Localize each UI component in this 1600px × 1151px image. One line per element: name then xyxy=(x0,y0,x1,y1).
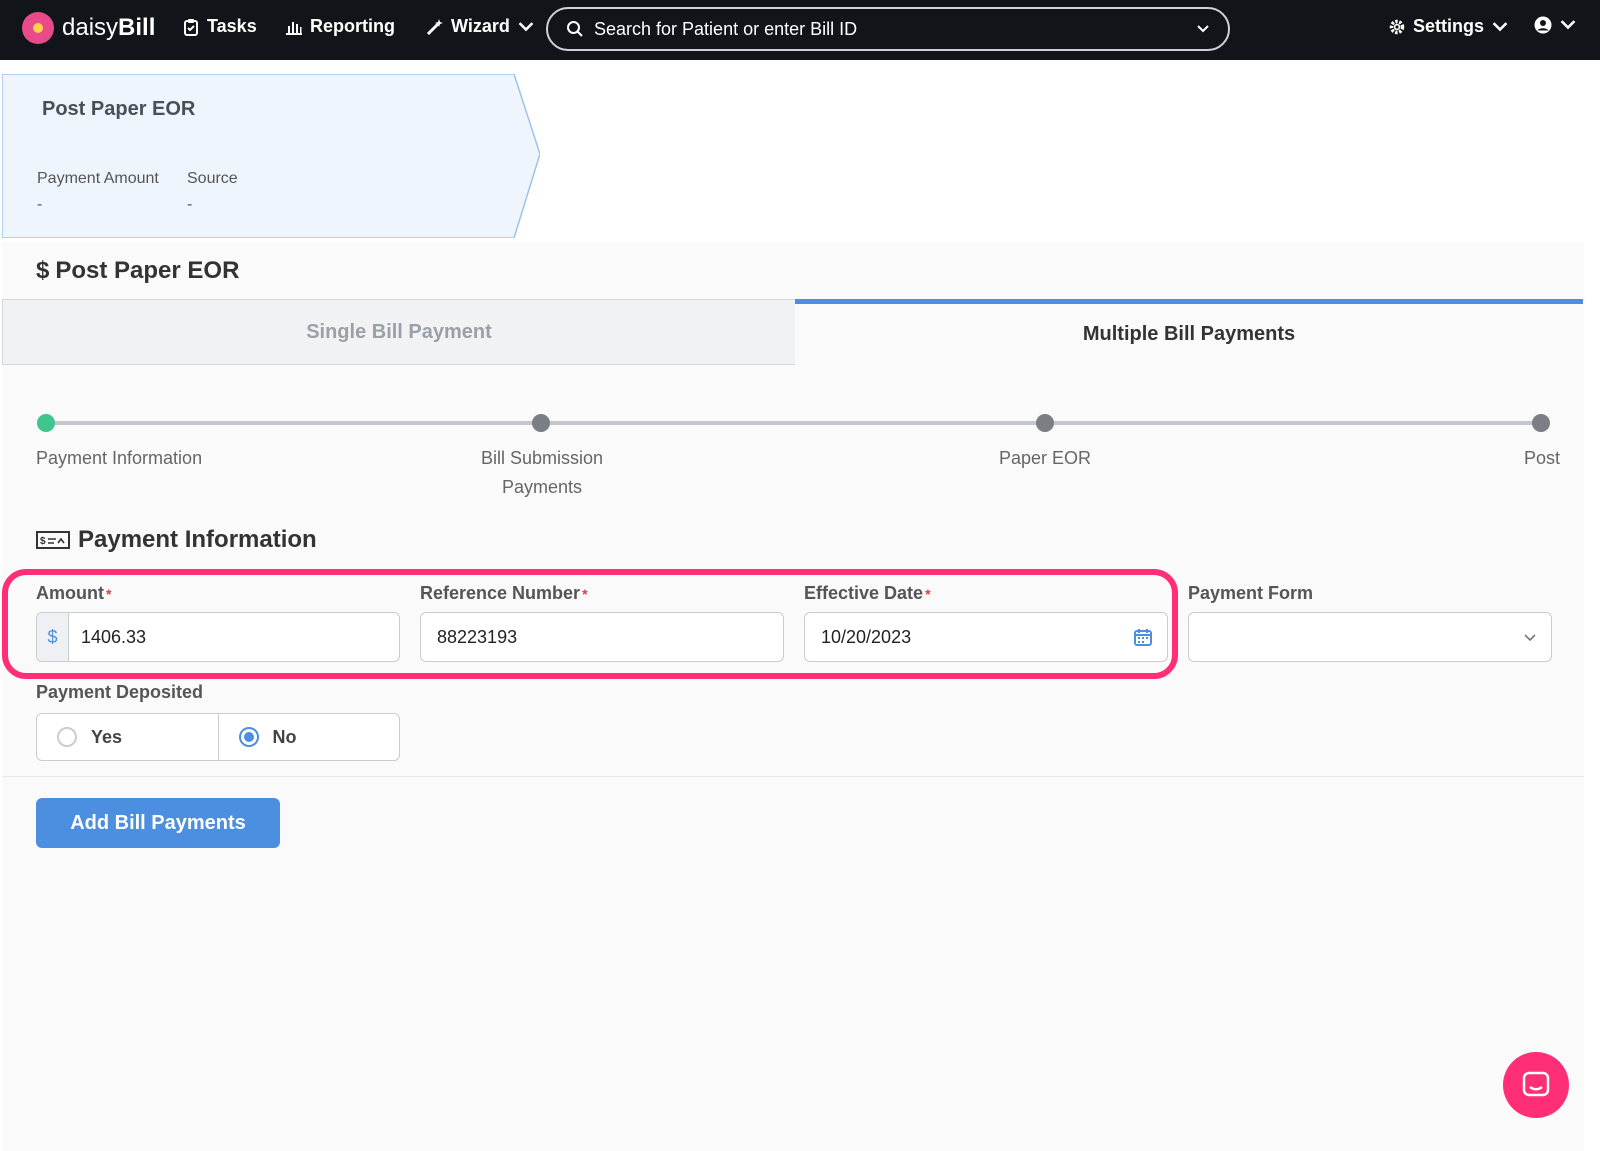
nav-reporting[interactable]: Reporting xyxy=(285,16,395,37)
payment-form-label: Payment Form xyxy=(1188,583,1314,603)
step-label-post: Post xyxy=(1523,448,1560,468)
svg-text:$: $ xyxy=(40,536,46,547)
payment-form-select[interactable] xyxy=(1188,612,1552,662)
clipboard-check-icon xyxy=(184,18,198,36)
source-label: Source xyxy=(187,170,238,187)
step-dot-post xyxy=(1532,414,1550,432)
page-title: $ Post Paper EOR xyxy=(36,257,239,285)
payment-deposited-label: Payment Deposited xyxy=(36,682,204,702)
add-bill-payments-button[interactable]: Add Bill Payments xyxy=(36,798,280,848)
daisybill-logo[interactable]: daisyBill xyxy=(22,12,155,44)
logo-bold: Bill xyxy=(118,14,156,41)
nav-wizard[interactable]: Wizard xyxy=(426,16,535,37)
top-nav: daisyBill Tasks Reporting Wizard Search … xyxy=(0,0,1600,60)
payment-amount-value: - xyxy=(37,196,43,213)
chevron-down-icon xyxy=(1524,634,1536,642)
nav-settings[interactable]: Settings xyxy=(1388,16,1509,37)
chevron-down-icon[interactable] xyxy=(1196,22,1210,36)
search-placeholder: Search for Patient or enter Bill ID xyxy=(594,18,858,39)
radio-option-no[interactable]: No xyxy=(217,714,400,760)
nav-settings-label: Settings xyxy=(1413,16,1485,36)
chevron-down-icon xyxy=(1560,20,1576,30)
radio-no-label: No xyxy=(272,726,297,747)
tab-single-bill-payment[interactable]: Single Bill Payment xyxy=(2,299,796,365)
patient-search-input[interactable]: Search for Patient or enter Bill ID xyxy=(546,7,1230,51)
source-value: - xyxy=(187,196,193,213)
nav-tasks[interactable]: Tasks xyxy=(182,16,257,37)
nav-reporting-label: Reporting xyxy=(310,16,395,36)
stepper-track xyxy=(45,421,1541,425)
page-title-text: Post Paper EOR xyxy=(55,257,240,284)
payment-deposited-radio-group: Yes No xyxy=(36,713,400,761)
radio-checked-icon[interactable] xyxy=(238,727,259,747)
step-label-bill-submission-payments: Bill Submission Payments xyxy=(480,448,604,497)
chevron-down-icon xyxy=(518,21,534,31)
logo-prefix: daisy xyxy=(62,14,119,41)
step-label-paper-eor: Paper EOR xyxy=(998,448,1092,468)
radio-unchecked-icon[interactable] xyxy=(57,727,77,747)
check-payment-icon: $ xyxy=(36,531,70,549)
nav-wizard-label: Wizard xyxy=(451,16,510,36)
user-menu[interactable] xyxy=(1534,16,1577,34)
payment-information-title: Payment Information xyxy=(78,526,317,553)
bar-chart-icon xyxy=(286,21,302,35)
card-title: Post Paper EOR xyxy=(42,98,196,120)
magic-wand-icon xyxy=(426,18,443,35)
radio-option-yes[interactable]: Yes xyxy=(37,714,218,760)
dollar-icon: $ xyxy=(36,257,50,284)
radio-yes-label: Yes xyxy=(91,726,123,747)
daisy-flower-icon xyxy=(22,12,54,44)
highlight-annotation xyxy=(2,569,1178,679)
chevron-down-icon xyxy=(1492,21,1508,31)
step-dot-paper-eor xyxy=(1036,414,1054,432)
gear-icon xyxy=(1389,19,1405,34)
chat-launcher-button[interactable] xyxy=(1503,1052,1569,1118)
step-dot-payment-information xyxy=(37,414,55,432)
step-dot-bill-submission-payments xyxy=(532,414,550,432)
payment-information-heading: $ Payment Information xyxy=(36,526,317,554)
chat-bubble-icon xyxy=(1522,1071,1550,1097)
payment-summary-card: Post Paper EOR Payment Amount - Source - xyxy=(2,74,540,238)
nav-tasks-label: Tasks xyxy=(207,16,257,36)
divider xyxy=(2,776,1584,777)
main-content xyxy=(2,242,1584,1151)
user-avatar-icon xyxy=(1534,16,1552,34)
tab-multiple-bill-payments[interactable]: Multiple Bill Payments xyxy=(795,299,1583,365)
step-label-payment-information: Payment Information xyxy=(36,448,203,468)
payment-amount-label: Payment Amount xyxy=(37,170,159,187)
search-icon xyxy=(567,21,583,37)
